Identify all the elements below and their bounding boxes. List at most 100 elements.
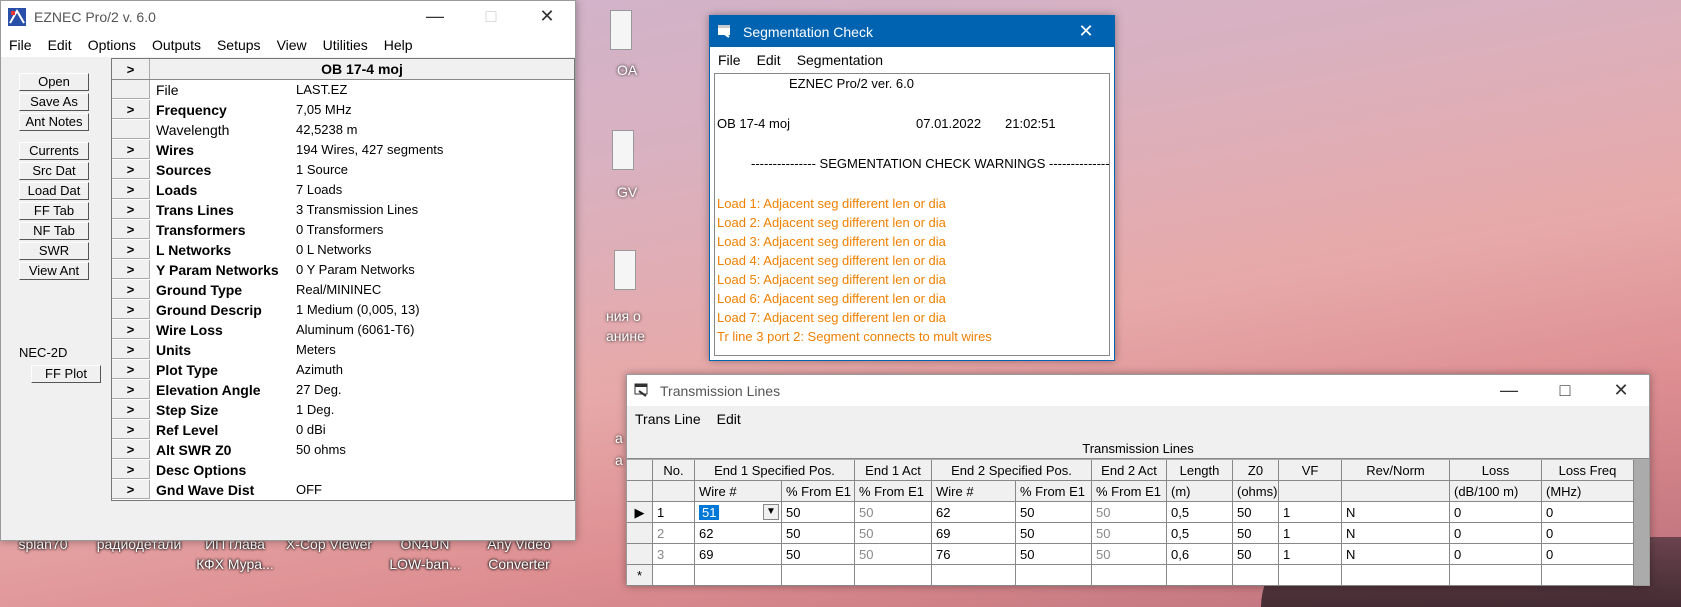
column-header[interactable]: End 1 Specified Pos.: [695, 460, 855, 481]
table-cell[interactable]: [1279, 565, 1342, 586]
menu-utilities[interactable]: Utilities: [315, 37, 376, 53]
table-cell[interactable]: 50: [1016, 523, 1092, 544]
column-header[interactable]: End 2 Specified Pos.: [932, 460, 1092, 481]
table-cell[interactable]: 50: [782, 544, 855, 565]
column-header[interactable]: Rev/Norm: [1342, 460, 1450, 481]
table-cell[interactable]: 76: [932, 544, 1016, 565]
table-cell[interactable]: 0: [1450, 523, 1542, 544]
tl-titlebar[interactable]: Transmission Lines — □ ✕: [627, 375, 1649, 406]
parameter-label[interactable]: Y Param Networks: [150, 260, 296, 279]
table-cell[interactable]: [1450, 565, 1542, 586]
table-cell[interactable]: 50: [1092, 544, 1167, 565]
parameter-edit-arrow-button[interactable]: >: [112, 100, 150, 119]
menu-setups[interactable]: Setups: [209, 37, 269, 53]
column-header[interactable]: End 2 Act: [1092, 460, 1167, 481]
table-cell[interactable]: [932, 565, 1016, 586]
table-cell[interactable]: 50: [855, 523, 932, 544]
parameter-edit-arrow-button[interactable]: >: [112, 240, 150, 259]
nf-tab-button[interactable]: NF Tab: [19, 222, 89, 240]
table-cell[interactable]: 1: [1279, 523, 1342, 544]
parameter-edit-arrow-button[interactable]: >: [112, 280, 150, 299]
parameter-label[interactable]: Elevation Angle: [150, 380, 296, 399]
parameter-label[interactable]: Loads: [150, 180, 296, 199]
parameter-label[interactable]: Units: [150, 340, 296, 359]
close-icon[interactable]: ✕: [1593, 380, 1649, 401]
grid-title-arrow-button[interactable]: >: [112, 59, 150, 79]
table-cell[interactable]: 50: [1092, 502, 1167, 523]
chevron-down-icon[interactable]: ▼: [763, 504, 779, 520]
column-header[interactable]: Length: [1167, 460, 1233, 481]
table-cell[interactable]: 62: [932, 502, 1016, 523]
parameter-label[interactable]: Desc Options: [150, 460, 296, 479]
table-cell[interactable]: 50: [782, 523, 855, 544]
table-cell[interactable]: 0,5: [1167, 502, 1233, 523]
menu-help[interactable]: Help: [376, 37, 421, 53]
view-ant-button[interactable]: View Ant: [19, 262, 89, 280]
wire-number-dropdown[interactable]: 51: [699, 505, 720, 520]
table-cell[interactable]: [782, 565, 855, 586]
table-cell[interactable]: [1233, 565, 1279, 586]
ant-notes-button[interactable]: Ant Notes: [19, 113, 89, 131]
table-cell[interactable]: 0,5: [1167, 523, 1233, 544]
column-header[interactable]: Loss Freq: [1542, 460, 1634, 481]
parameter-label[interactable]: Ground Type: [150, 280, 296, 299]
column-header[interactable]: VF: [1279, 460, 1342, 481]
parameter-label[interactable]: Wires: [150, 140, 296, 159]
table-cell[interactable]: [653, 565, 695, 586]
maximize-icon[interactable]: □: [463, 6, 519, 27]
table-cell[interactable]: [1092, 565, 1167, 586]
table-cell[interactable]: [855, 565, 932, 586]
table-cell[interactable]: 62: [695, 523, 782, 544]
table-cell[interactable]: 69: [932, 523, 1016, 544]
load-dat-button[interactable]: Load Dat: [19, 182, 89, 200]
menu-edit[interactable]: Edit: [40, 37, 80, 53]
src-dat-button[interactable]: Src Dat: [19, 162, 89, 180]
row-selector[interactable]: [627, 544, 653, 565]
parameter-label[interactable]: Ref Level: [150, 420, 296, 439]
table-cell[interactable]: 51 ▼: [695, 502, 782, 523]
column-header[interactable]: Z0: [1233, 460, 1279, 481]
table-cell[interactable]: 50: [1233, 544, 1279, 565]
parameter-edit-arrow-button[interactable]: >: [112, 440, 150, 459]
swr-button[interactable]: SWR: [19, 242, 89, 260]
parameter-edit-arrow-button[interactable]: >: [112, 180, 150, 199]
menu-edit[interactable]: Edit: [709, 411, 749, 427]
parameter-edit-arrow-button[interactable]: >: [112, 360, 150, 379]
desktop-file-icon[interactable]: [610, 10, 632, 50]
row-selector[interactable]: ▶: [627, 502, 653, 523]
desktop-document-icon[interactable]: [614, 250, 636, 290]
parameter-label[interactable]: Transformers: [150, 220, 296, 239]
currents-button[interactable]: Currents: [19, 142, 89, 160]
table-cell[interactable]: 50: [782, 502, 855, 523]
row-selector[interactable]: [627, 523, 653, 544]
open-button[interactable]: Open: [19, 73, 89, 91]
menu-options[interactable]: Options: [80, 37, 144, 53]
table-cell[interactable]: 50: [1092, 523, 1167, 544]
parameter-edit-arrow-button[interactable]: >: [112, 340, 150, 359]
table-cell[interactable]: 50: [1233, 502, 1279, 523]
table-cell[interactable]: 50: [855, 502, 932, 523]
parameter-edit-arrow-button[interactable]: >: [112, 320, 150, 339]
table-cell[interactable]: N: [1342, 502, 1450, 523]
parameter-label[interactable]: L Networks: [150, 240, 296, 259]
menu-segmentation[interactable]: Segmentation: [789, 52, 891, 68]
table-cell[interactable]: 0: [1542, 523, 1634, 544]
table-cell[interactable]: [1542, 565, 1634, 586]
column-header[interactable]: End 1 Act: [855, 460, 932, 481]
table-cell[interactable]: 1: [1279, 544, 1342, 565]
table-cell[interactable]: 0: [1450, 544, 1542, 565]
menu-file[interactable]: File: [710, 52, 749, 68]
menu-outputs[interactable]: Outputs: [144, 37, 209, 53]
parameter-edit-arrow-button[interactable]: >: [112, 200, 150, 219]
ff-plot-button[interactable]: FF Plot: [31, 365, 101, 383]
close-icon[interactable]: ✕: [519, 6, 575, 27]
table-cell[interactable]: N: [1342, 523, 1450, 544]
table-cell[interactable]: 50: [1016, 544, 1092, 565]
parameter-label[interactable]: Frequency: [150, 100, 296, 119]
table-cell[interactable]: 50: [1016, 502, 1092, 523]
parameter-edit-arrow-button[interactable]: >: [112, 140, 150, 159]
parameter-label[interactable]: Trans Lines: [150, 200, 296, 219]
maximize-icon[interactable]: □: [1537, 380, 1593, 401]
menu-file[interactable]: File: [1, 37, 40, 53]
table-cell[interactable]: 50: [1233, 523, 1279, 544]
